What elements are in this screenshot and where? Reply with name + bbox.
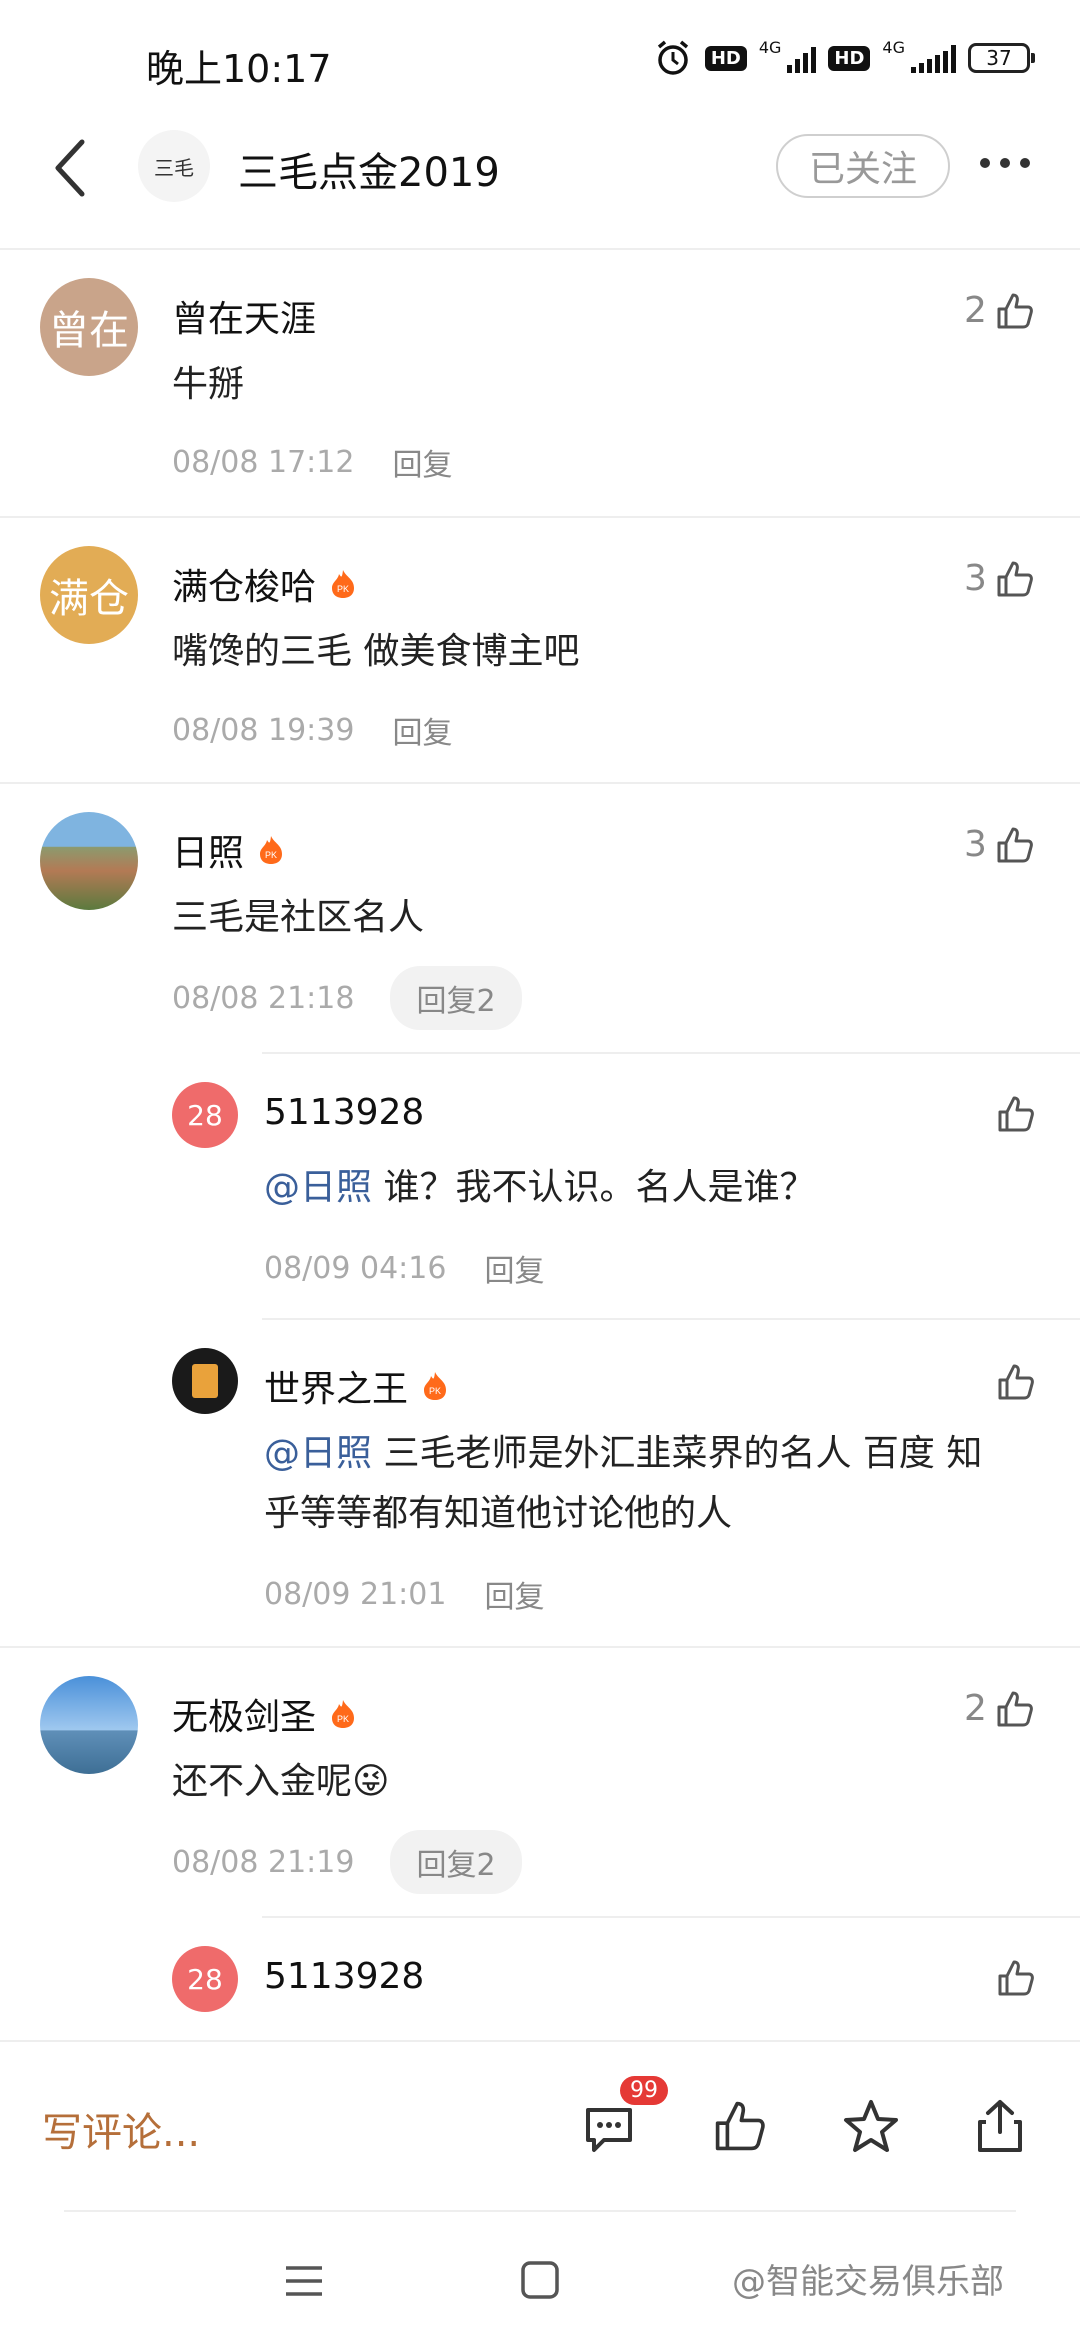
comment-meta: 08/08 17:12 回复	[172, 440, 452, 484]
like-button[interactable]	[996, 1362, 1036, 1402]
comment-divider	[0, 1646, 1080, 1648]
bottom-divider	[64, 2210, 1016, 2212]
reply-time: 08/09 21:01	[264, 1576, 447, 1612]
page-avatar[interactable]: 三毛	[138, 130, 210, 202]
avatar[interactable]: 28	[172, 1082, 238, 1148]
comment-text: 嘴馋的三毛 做美食博主吧	[172, 631, 580, 672]
page-title: 三毛点金2019	[238, 150, 500, 196]
status-time: 晚上10:17	[146, 47, 332, 91]
reply-meta: 08/09 04:16 回复	[264, 1246, 544, 1290]
thumbs-up-icon	[998, 1364, 1034, 1400]
reply-count-button[interactable]: 回复2	[390, 966, 522, 1030]
network-type-2: 4G	[882, 38, 905, 57]
thumbs-up-icon	[998, 1960, 1034, 1996]
follow-button[interactable]: 已关注	[776, 134, 950, 198]
reply-divider	[262, 1052, 1080, 1054]
avatar[interactable]: 曾在	[40, 278, 138, 376]
reply-button[interactable]: 回复	[392, 708, 452, 752]
comment-count-badge: 99	[620, 2076, 668, 2105]
comment-text: 还不入金呢😜	[172, 1761, 390, 1802]
write-comment-input[interactable]: 写评论...	[42, 2100, 200, 2158]
hd-badge: HD	[704, 45, 747, 71]
reply-divider	[262, 1916, 1080, 1918]
comment-divider	[0, 782, 1080, 784]
comment-time: 08/08 21:19	[172, 1844, 355, 1880]
reply-button[interactable]: 回复	[392, 440, 452, 484]
comment-username[interactable]: 曾在天涯	[172, 290, 316, 342]
home-icon[interactable]	[520, 2260, 560, 2300]
thumbs-up-icon	[997, 1691, 1033, 1726]
comment-meta: 08/08 21:19 回复2	[172, 1830, 522, 1894]
avatar[interactable]: 满仓	[40, 546, 138, 644]
mention-link[interactable]: @日照	[264, 1167, 372, 1208]
reply-button[interactable]: 回复	[484, 1246, 544, 1290]
like-icon[interactable]	[712, 2098, 768, 2154]
comment-time: 08/08 17:12	[172, 444, 355, 480]
mention-link[interactable]: @日照	[264, 1433, 372, 1474]
pk-flame-icon: PK	[260, 836, 283, 864]
comment-username[interactable]: 满仓梭哈 PK	[172, 558, 356, 610]
avatar-image[interactable]	[40, 1676, 138, 1774]
reply-button[interactable]: 回复	[484, 1572, 544, 1616]
status-icons: HD 4G HD 4G 37	[653, 38, 1035, 78]
like-button[interactable]: 2	[964, 290, 1035, 331]
share-icon[interactable]	[972, 2096, 1028, 2156]
thumbs-up-icon	[997, 293, 1033, 328]
thumbs-up-icon	[997, 561, 1033, 596]
comment-text: 三毛是社区名人	[172, 897, 425, 938]
thumbs-up-icon	[998, 1096, 1034, 1132]
avatar-image[interactable]	[172, 1348, 238, 1414]
reply-meta: 08/09 21:01 回复	[264, 1572, 544, 1616]
comment-icon[interactable]	[582, 2100, 638, 2156]
like-button[interactable]	[996, 1958, 1036, 1998]
network-type: 4G	[758, 38, 782, 57]
reply-username[interactable]: 5113928	[264, 1956, 424, 1997]
svg-text:PK: PK	[337, 1714, 349, 1724]
comment-time: 08/08 19:39	[172, 712, 355, 748]
like-button[interactable]: 3	[964, 824, 1035, 865]
signal-icon	[787, 43, 817, 73]
reply-username[interactable]: 5113928	[264, 1092, 424, 1133]
like-button[interactable]: 2	[964, 1688, 1035, 1729]
comment-text: 牛掰	[172, 364, 245, 405]
svg-text:PK: PK	[337, 584, 349, 594]
comment-time: 08/08 21:18	[172, 980, 355, 1016]
reply-text: @日照 三毛老师是外汇韭菜界的名人 百度 知 乎等等都有知道他讨论他的人	[264, 1433, 983, 1534]
hd-badge-2: HD	[828, 45, 871, 71]
avatar-book-shape	[192, 1364, 218, 1398]
svg-text:PK: PK	[265, 850, 277, 860]
reply-text: @日照 谁？我不认识。名人是谁？	[264, 1167, 816, 1208]
thumbs-up-icon	[997, 827, 1033, 862]
avatar[interactable]: 28	[172, 1946, 238, 2012]
header-divider	[0, 248, 1080, 250]
like-button[interactable]	[996, 1094, 1036, 1134]
reply-time: 08/09 04:16	[264, 1250, 447, 1286]
more-icon[interactable]	[980, 158, 1030, 168]
pk-flame-icon: PK	[332, 1700, 355, 1728]
pk-flame-icon: PK	[332, 570, 355, 598]
comment-username[interactable]: 日照 PK	[172, 824, 284, 876]
battery-icon: 37	[968, 43, 1035, 73]
menu-icon[interactable]	[284, 2264, 324, 2298]
comment-username[interactable]: 无极剑圣 PK	[172, 1688, 356, 1740]
pk-flame-icon: PK	[424, 1372, 447, 1400]
back-icon[interactable]	[50, 138, 90, 198]
comment-meta: 08/08 19:39 回复	[172, 708, 452, 752]
reply-username[interactable]: 世界之王 PK	[264, 1360, 448, 1412]
like-button[interactable]: 3	[964, 558, 1035, 599]
signal-icon-2	[911, 43, 956, 73]
alarm-icon	[657, 40, 688, 75]
reply-divider	[262, 1318, 1080, 1320]
svg-text:PK: PK	[429, 1386, 441, 1396]
star-icon[interactable]	[842, 2098, 900, 2156]
avatar-image[interactable]	[40, 812, 138, 910]
watermark: @智能交易俱乐部	[732, 2262, 1004, 2302]
reply-count-button[interactable]: 回复2	[390, 1830, 522, 1894]
comment-divider	[0, 516, 1080, 518]
comment-meta: 08/08 21:18 回复2	[172, 966, 522, 1030]
